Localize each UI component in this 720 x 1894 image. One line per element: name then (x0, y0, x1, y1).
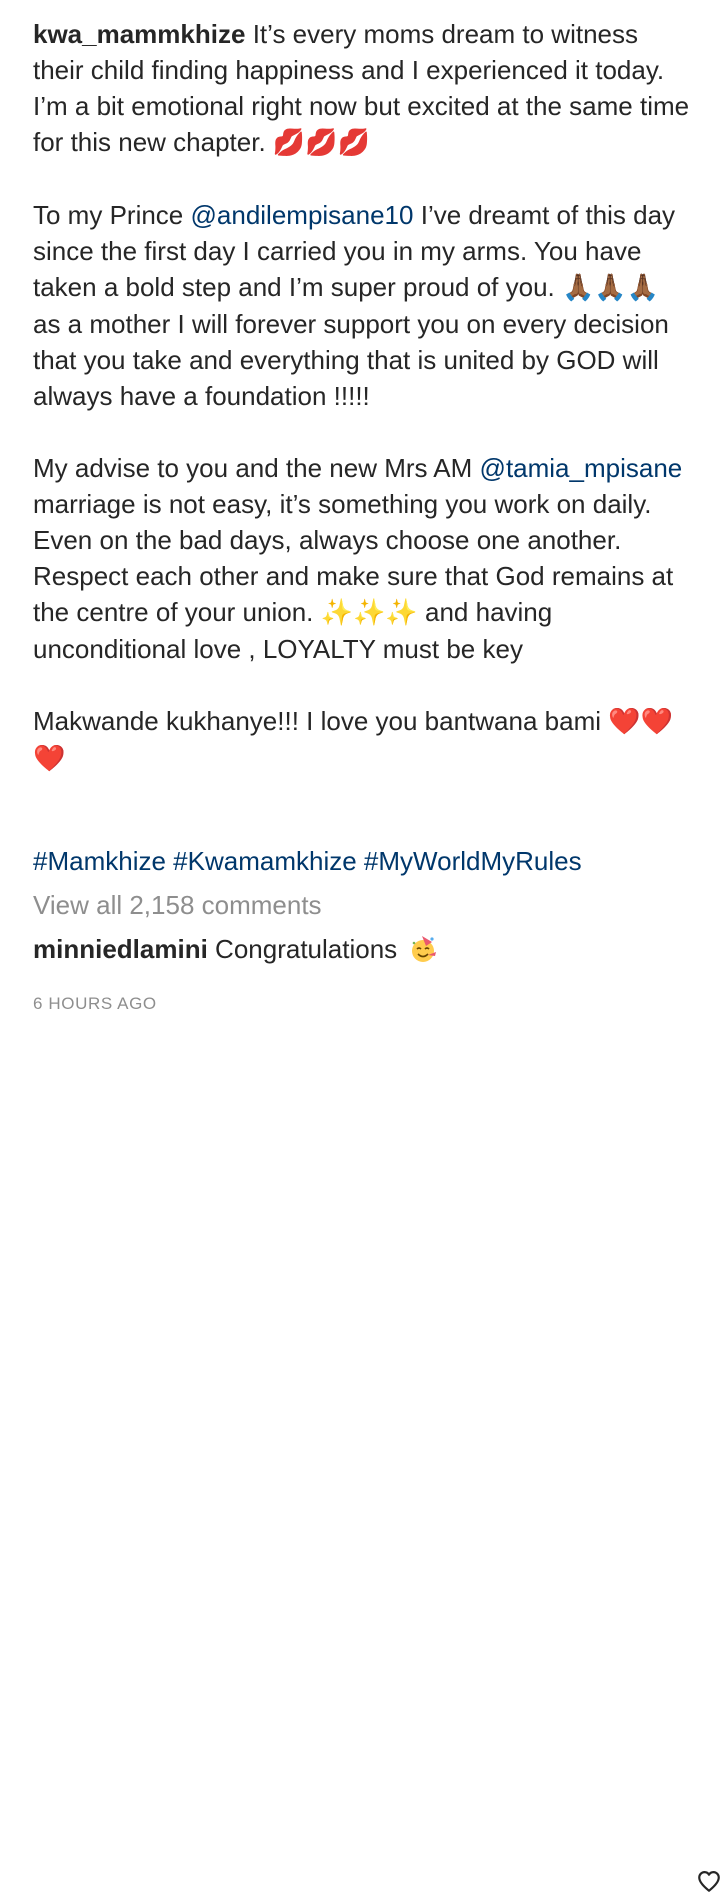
post-timestamp: 6 HOURS AGO (33, 994, 157, 1013)
partying-face-icon (412, 936, 437, 962)
hashtag-link[interactable]: #Mamkhize (33, 846, 166, 876)
comment-item: minniedlamini Congratulations (33, 931, 720, 1892)
mention-link-andilempisane10[interactable]: @andilempisane10 (191, 200, 414, 230)
hashtag-link[interactable]: #Kwamamkhize (173, 846, 357, 876)
heart-outline-icon[interactable] (696, 1868, 720, 1894)
comment-username-link[interactable]: minniedlamini (33, 934, 208, 964)
comment-text: Congratulations (215, 934, 398, 964)
post-caption: kwa_mammkhize It’s every moms dream to w… (33, 16, 693, 777)
view-all-comments-link[interactable]: View all 2,158 comments (33, 887, 322, 923)
caption-text: To my Prince (33, 200, 184, 230)
caption-text: Makwande kukhanye!!! I love you bantwana… (33, 706, 602, 736)
hashtag-link[interactable]: #MyWorldMyRules (364, 846, 582, 876)
caption-paragraph-4: Makwande kukhanye!!! I love you bantwana… (33, 703, 693, 777)
caption-paragraph-2: To my Prince @andilempisane10 I’ve dream… (33, 197, 693, 414)
caption-text: as a mother I will forever support you o… (33, 309, 669, 411)
sparkles-icon: ✨✨✨ (320, 598, 418, 628)
caption-paragraph-1: kwa_mammkhize It’s every moms dream to w… (33, 16, 693, 161)
caption-paragraph-3: My advise to you and the new Mrs AM @tam… (33, 450, 693, 667)
author-username-link[interactable]: kwa_mammkhize (33, 19, 245, 49)
caption-text: My advise to you and the new Mrs AM (33, 453, 473, 483)
hashtag-list: #Mamkhize #Kwamamkhize #MyWorldMyRules (33, 843, 582, 879)
kiss-mark-icon: 💋💋💋 (272, 128, 371, 158)
mention-link-tamia-mpisane[interactable]: @tamia_mpisane (480, 453, 683, 483)
folded-hands-icon: 🙏🏾🙏🏾🙏🏾 (562, 273, 660, 303)
